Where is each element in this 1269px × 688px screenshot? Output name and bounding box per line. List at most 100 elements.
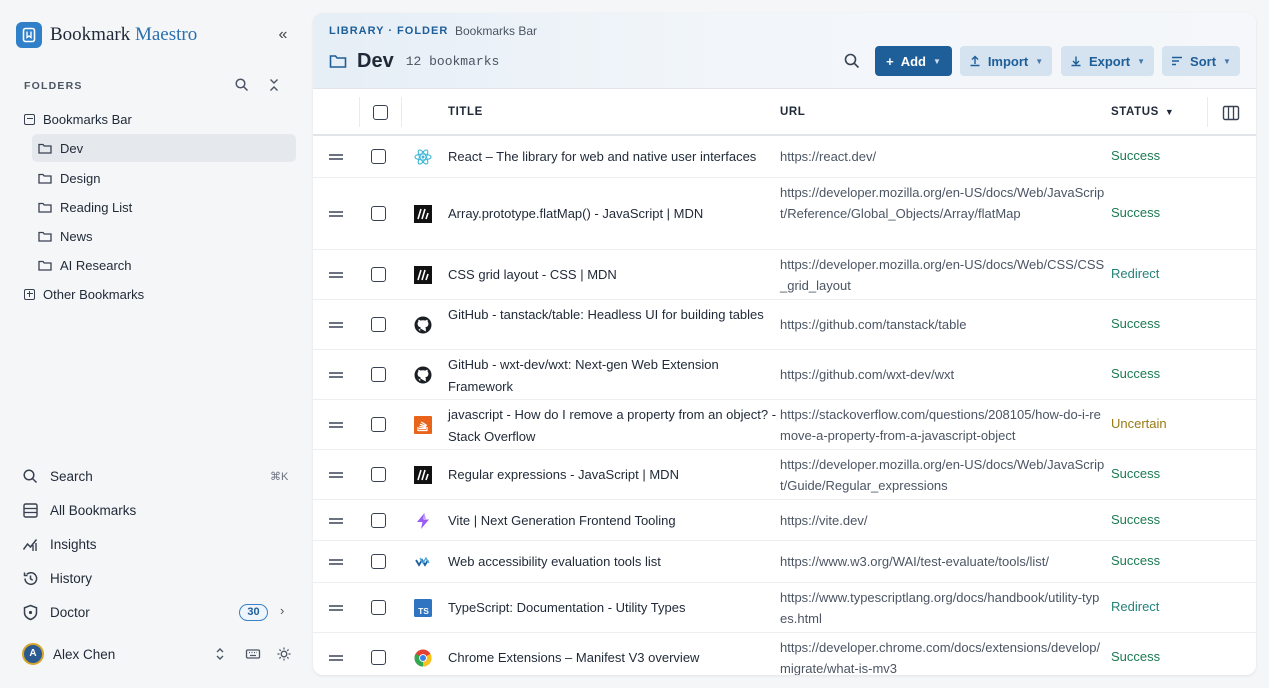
brand[interactable]: Bookmark Maestro [16, 22, 197, 48]
bookmark-url[interactable]: https://stackoverflow.com/questions/2081… [780, 404, 1105, 446]
bookmark-url[interactable]: https://vite.dev/ [780, 510, 1105, 531]
row-checkbox[interactable] [371, 317, 386, 332]
row-checkbox[interactable] [371, 417, 386, 432]
bookmark-url[interactable]: https://github.com/tanstack/table [780, 314, 1105, 335]
bookmark-title[interactable]: Web accessibility evaluation tools list [448, 551, 778, 573]
user-menu[interactable]: A Alex Chen [22, 643, 115, 665]
drag-handle-icon[interactable] [329, 272, 343, 278]
tree-item-ai-research[interactable]: AI Research [38, 251, 132, 279]
table-row[interactable]: javascript - How do I remove a property … [313, 400, 1256, 450]
tree-item-design[interactable]: Design [38, 164, 100, 192]
nav-search[interactable]: Search [22, 465, 93, 487]
drag-handle-icon[interactable] [329, 422, 343, 428]
bookmark-title[interactable]: GitHub - tanstack/table: Headless UI for… [448, 304, 778, 326]
chevron-right-icon[interactable]: › [280, 603, 284, 618]
export-button[interactable]: Export ▼ [1061, 46, 1154, 76]
folder-search-icon[interactable] [234, 77, 252, 95]
collapse-all-icon[interactable] [267, 77, 283, 95]
bookmark-title[interactable]: javascript - How do I remove a property … [448, 404, 778, 447]
search-icon[interactable] [843, 52, 863, 72]
drag-handle-icon[interactable] [329, 472, 343, 478]
table-row[interactable]: Array.prototype.flatMap() - JavaScript |… [313, 178, 1256, 250]
bookmark-url[interactable]: https://github.com/wxt-dev/wxt [780, 364, 1105, 385]
row-checkbox[interactable] [371, 267, 386, 282]
collapse-square-icon[interactable] [24, 113, 35, 125]
nav-label: Insights [50, 536, 97, 552]
nav-doctor[interactable]: Doctor [22, 601, 90, 623]
column-status[interactable]: STATUS ▼ [1111, 106, 1174, 118]
expand-square-icon[interactable] [24, 288, 35, 300]
row-checkbox[interactable] [371, 467, 386, 482]
bookmark-url[interactable]: https://react.dev/ [780, 146, 1105, 167]
drag-handle-icon[interactable] [329, 372, 343, 378]
row-checkbox[interactable] [371, 513, 386, 528]
bookmark-title[interactable]: React – The library for web and native u… [448, 146, 778, 168]
column-title[interactable]: TITLE [448, 106, 483, 118]
tree-item-label: Reading List [60, 199, 133, 215]
row-checkbox[interactable] [371, 554, 386, 569]
bookmark-url[interactable]: https://developer.mozilla.org/en-US/docs… [780, 454, 1105, 496]
row-checkbox[interactable] [371, 650, 386, 665]
row-checkbox[interactable] [371, 600, 386, 615]
nav-all-bookmarks[interactable]: All Bookmarks [22, 499, 136, 521]
drag-handle-icon[interactable] [329, 559, 343, 565]
chrome-icon [414, 649, 432, 667]
table-row[interactable]: Web accessibility evaluation tools list … [313, 541, 1256, 583]
table-row[interactable]: Chrome Extensions – Manifest V3 overview… [313, 633, 1256, 675]
sort-button[interactable]: Sort ▼ [1162, 46, 1240, 76]
bookmark-url[interactable]: https://developer.mozilla.org/en-US/docs… [780, 254, 1105, 296]
select-all-checkbox[interactable] [373, 105, 388, 120]
nav-insights[interactable]: Insights [22, 533, 97, 555]
bookmark-title[interactable]: GitHub - wxt-dev/wxt: Next-gen Web Exten… [448, 354, 778, 397]
keyboard-icon[interactable] [245, 646, 261, 662]
react-icon [414, 148, 432, 166]
table-row[interactable]: Regular expressions - JavaScript | MDN h… [313, 450, 1256, 500]
chevron-up-down-icon[interactable] [212, 646, 228, 662]
table-row[interactable]: React – The library for web and native u… [313, 136, 1256, 178]
sun-theme-icon[interactable] [276, 646, 292, 662]
page-title: Dev [357, 50, 394, 72]
columns-icon[interactable] [1222, 105, 1240, 121]
import-button[interactable]: Import ▼ [960, 46, 1052, 76]
drag-handle-icon[interactable] [329, 518, 343, 524]
row-checkbox[interactable] [371, 206, 386, 221]
status-badge: Redirect [1111, 599, 1160, 614]
nav-history[interactable]: History [22, 567, 92, 589]
bookmark-title[interactable]: Vite | Next Generation Frontend Tooling [448, 510, 778, 532]
drag-handle-icon[interactable] [329, 211, 343, 217]
tree-item-dev[interactable]: Dev [32, 134, 296, 162]
table-row[interactable]: CSS grid layout - CSS | MDN https://deve… [313, 250, 1256, 300]
tree-item-bookmarks-bar[interactable]: Bookmarks Bar [24, 105, 132, 133]
add-button[interactable]: + Add ▼ [875, 46, 952, 76]
bookmark-url[interactable]: https://developer.chrome.com/docs/extens… [780, 637, 1105, 675]
tree-item-other-bookmarks[interactable]: Other Bookmarks [24, 280, 144, 308]
bookmark-title[interactable]: CSS grid layout - CSS | MDN [448, 264, 778, 286]
upload-icon [970, 55, 980, 67]
tree-item-reading-list[interactable]: Reading List [38, 193, 132, 221]
bookmark-title[interactable]: TypeScript: Documentation - Utility Type… [448, 597, 778, 619]
tree-item-news[interactable]: News [38, 222, 93, 250]
drag-handle-icon[interactable] [329, 605, 343, 611]
row-checkbox[interactable] [371, 149, 386, 164]
collapse-sidebar-icon[interactable]: « [272, 26, 294, 46]
bookmark-title[interactable]: Array.prototype.flatMap() - JavaScript |… [448, 203, 778, 225]
drag-handle-icon[interactable] [329, 154, 343, 160]
table-row[interactable]: GitHub - tanstack/table: Headless UI for… [313, 300, 1256, 350]
doctor-issue-badge: 30 [239, 604, 268, 621]
bookmark-title[interactable]: Chrome Extensions – Manifest V3 overview [448, 647, 778, 669]
folders-header: FOLDERS [24, 80, 83, 92]
mdn-icon [414, 266, 432, 284]
column-url[interactable]: URL [780, 106, 805, 118]
drag-handle-icon[interactable] [329, 655, 343, 661]
bookmark-url[interactable]: https://www.w3.org/WAI/test-evaluate/too… [780, 551, 1105, 572]
table-row[interactable]: GitHub - wxt-dev/wxt: Next-gen Web Exten… [313, 350, 1256, 400]
table-row[interactable]: Vite | Next Generation Frontend Tooling … [313, 500, 1256, 541]
breadcrumb-path[interactable]: Bookmarks Bar [455, 24, 537, 38]
drag-handle-icon[interactable] [329, 322, 343, 328]
table-row[interactable]: TS TypeScript: Documentation - Utility T… [313, 583, 1256, 633]
bookmark-title[interactable]: Regular expressions - JavaScript | MDN [448, 464, 778, 486]
row-checkbox[interactable] [371, 367, 386, 382]
bookmark-url[interactable]: https://developer.mozilla.org/en-US/docs… [780, 182, 1105, 224]
status-badge: Success [1111, 649, 1161, 664]
bookmark-url[interactable]: https://www.typescriptlang.org/docs/hand… [780, 587, 1105, 629]
